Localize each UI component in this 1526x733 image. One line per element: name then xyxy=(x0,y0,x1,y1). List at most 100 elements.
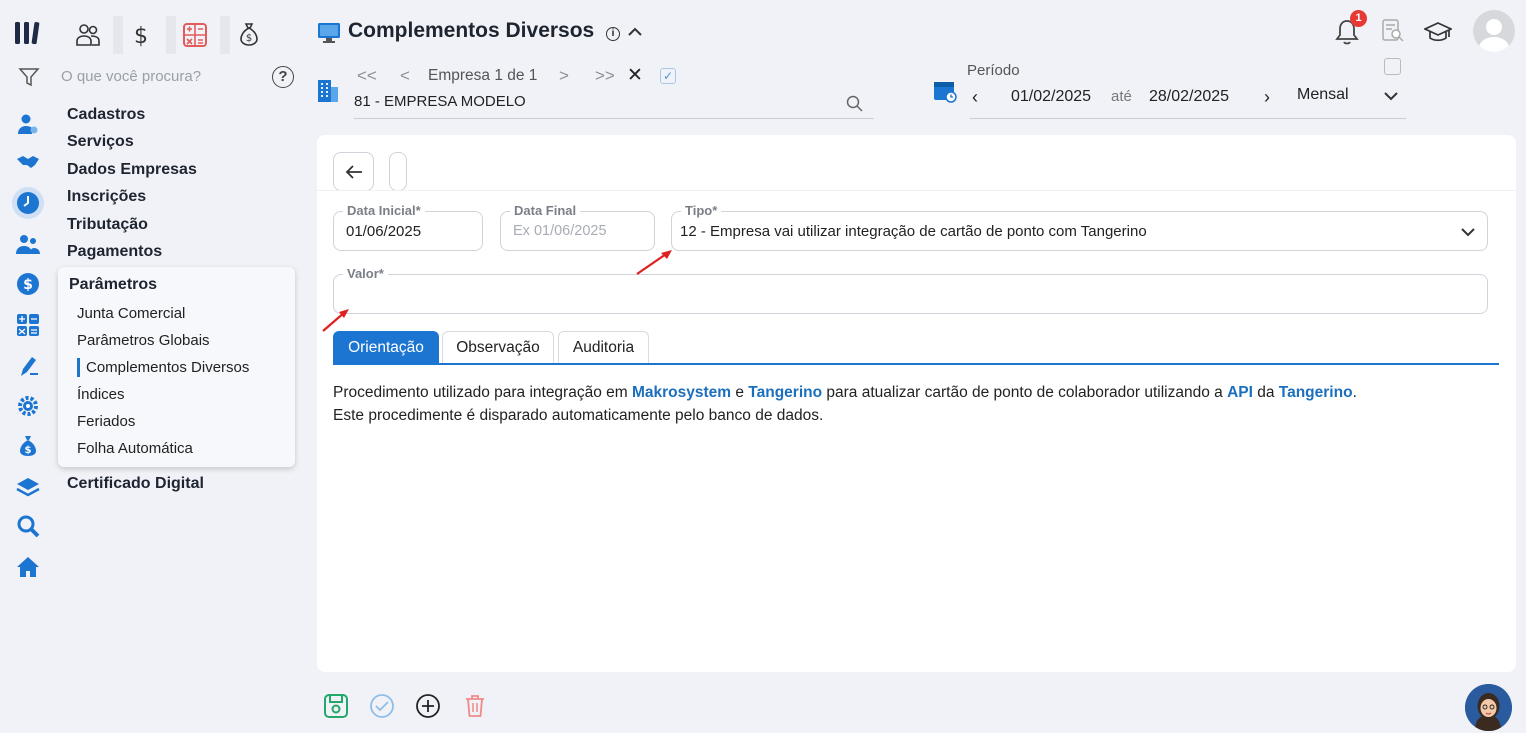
periodo-end-date[interactable]: 28/02/2025 xyxy=(1149,88,1229,106)
chevron-down-icon[interactable] xyxy=(1459,223,1477,241)
people-icon[interactable] xyxy=(73,20,103,50)
page-title: Complementos Diversos xyxy=(348,19,595,42)
info-icon[interactable]: i xyxy=(606,27,620,41)
submenu-item-indices[interactable]: Índices xyxy=(77,386,125,403)
data-inicial-value[interactable]: 01/06/2025 xyxy=(346,223,421,240)
avatar[interactable] xyxy=(1473,10,1515,52)
submenu-item-parametros-globais[interactable]: Parâmetros Globais xyxy=(77,332,210,349)
menu-item-parametros[interactable]: Parâmetros xyxy=(69,276,157,294)
periodo-next-button[interactable]: › xyxy=(1264,87,1270,108)
active-indicator xyxy=(77,358,80,377)
dollar-icon[interactable]: $ xyxy=(126,20,156,50)
valor-field[interactable]: Valor* xyxy=(333,266,1488,314)
icon-rail: $ $ xyxy=(0,0,56,733)
confirm-icon[interactable] xyxy=(369,693,395,719)
svg-text:$: $ xyxy=(23,277,33,293)
tab-observacao[interactable]: Observação xyxy=(442,331,554,364)
module-separator xyxy=(113,16,123,54)
filter-icon[interactable] xyxy=(18,66,40,88)
menu-item-dados-empresas[interactable]: Dados Empresas xyxy=(67,161,197,179)
help-icon[interactable]: ? xyxy=(272,66,294,88)
periodo-checkbox[interactable] xyxy=(1384,58,1401,75)
chevron-down-icon[interactable] xyxy=(1382,87,1400,105)
calendar-icon[interactable] xyxy=(933,79,957,103)
svg-text:$: $ xyxy=(246,33,252,44)
search-input[interactable]: O que você procura? xyxy=(61,68,201,85)
empresa-checkbox[interactable]: ✓ xyxy=(660,68,676,84)
menu-item-servicos[interactable]: Serviços xyxy=(67,133,134,151)
assistant-avatar[interactable] xyxy=(1465,684,1512,731)
submenu-item-junta-comercial[interactable]: Junta Comercial xyxy=(77,305,185,322)
first-page-button[interactable]: << xyxy=(357,66,377,86)
periodo-mode-select[interactable]: Mensal xyxy=(1297,86,1349,104)
periodo-label: Período xyxy=(967,62,1020,79)
tab-auditoria[interactable]: Auditoria xyxy=(558,331,649,364)
gear-icon[interactable] xyxy=(14,392,42,420)
periodo-underline xyxy=(970,118,1406,119)
back-button[interactable] xyxy=(333,152,374,191)
app-logo[interactable] xyxy=(14,18,44,48)
menu-item-certificado-digital[interactable]: Certificado Digital xyxy=(67,475,204,493)
money-bag-icon[interactable]: $ xyxy=(234,20,264,50)
empresa-underline xyxy=(354,118,874,119)
submenu-item-complementos-diversos[interactable]: Complementos Diversos xyxy=(86,359,249,376)
home-icon[interactable] xyxy=(14,553,42,581)
graduation-cap-icon[interactable] xyxy=(1424,20,1452,44)
notification-badge: 1 xyxy=(1350,10,1367,27)
building-icon xyxy=(318,80,338,102)
money-bag-icon[interactable]: $ xyxy=(14,432,42,460)
periodo-ate-label: até xyxy=(1111,88,1132,105)
data-final-label: Data Final xyxy=(510,203,581,218)
toggle-button[interactable] xyxy=(389,152,407,191)
svg-text:$: $ xyxy=(134,24,148,48)
orientacao-text: Procedimento utilizado para integração e… xyxy=(333,381,1503,427)
annotation-arrow xyxy=(636,250,672,275)
submenu-item-feriados[interactable]: Feriados xyxy=(77,413,135,430)
arrow-left-icon xyxy=(345,164,362,179)
search-icon[interactable] xyxy=(14,512,42,540)
data-inicial-field[interactable]: Data Inicial* 01/06/2025 xyxy=(333,203,483,251)
next-page-button[interactable]: > xyxy=(559,66,569,86)
svg-text:$: $ xyxy=(25,445,32,456)
clear-empresa-icon[interactable]: ✕ xyxy=(627,64,643,87)
data-inicial-label: Data Inicial* xyxy=(343,203,425,218)
data-final-placeholder[interactable]: Ex 01/06/2025 xyxy=(513,223,607,239)
monitor-icon xyxy=(318,23,340,43)
data-final-field[interactable]: Data Final Ex 01/06/2025 xyxy=(500,203,655,251)
menu-item-cadastros[interactable]: Cadastros xyxy=(67,106,145,124)
document-search-icon[interactable] xyxy=(1382,19,1404,43)
last-page-button[interactable]: >> xyxy=(595,66,615,86)
empresa-pager: Empresa 1 de 1 xyxy=(428,67,538,84)
search-icon[interactable] xyxy=(846,95,863,112)
submenu-item-folha-automatica[interactable]: Folha Automática xyxy=(77,440,193,457)
pen-icon[interactable] xyxy=(14,352,42,380)
handshake-icon[interactable] xyxy=(14,148,42,176)
menu-item-inscricoes[interactable]: Inscrições xyxy=(67,188,146,206)
periodo-start-date[interactable]: 01/02/2025 xyxy=(1011,88,1091,106)
empresa-field[interactable]: 81 - EMPRESA MODELO xyxy=(354,93,526,110)
menu-item-pagamentos[interactable]: Pagamentos xyxy=(67,243,162,261)
calculator-icon[interactable] xyxy=(180,20,210,50)
calculator-icon[interactable] xyxy=(14,311,42,339)
chevron-up-icon[interactable] xyxy=(627,24,643,40)
prev-page-button[interactable]: < xyxy=(400,66,410,86)
trash-icon[interactable] xyxy=(462,693,488,719)
dollar-circle-icon[interactable]: $ xyxy=(14,270,42,298)
tipo-select[interactable]: Tipo* 12 - Empresa vai utilizar integraç… xyxy=(671,203,1488,251)
add-icon[interactable] xyxy=(415,693,441,719)
tab-underline xyxy=(333,363,1499,365)
users-icon[interactable] xyxy=(14,230,42,258)
module-separator xyxy=(220,16,230,54)
tab-orientacao[interactable]: Orientação xyxy=(333,331,439,364)
tipo-label: Tipo* xyxy=(681,203,722,218)
clock-icon[interactable] xyxy=(12,187,44,219)
periodo-prev-button[interactable]: ‹ xyxy=(972,87,978,108)
form-card: Data Inicial* 01/06/2025 Data Final Ex 0… xyxy=(317,135,1516,672)
user-gear-icon[interactable] xyxy=(14,110,42,138)
menu-item-tributacao[interactable]: Tributação xyxy=(67,216,148,234)
submenu-parametros: Parâmetros Junta Comercial Parâmetros Gl… xyxy=(58,267,295,467)
annotation-arrow xyxy=(322,309,349,332)
tipo-value[interactable]: 12 - Empresa vai utilizar integração de … xyxy=(680,223,1147,240)
save-icon[interactable] xyxy=(323,693,349,719)
layers-icon[interactable] xyxy=(14,473,42,501)
